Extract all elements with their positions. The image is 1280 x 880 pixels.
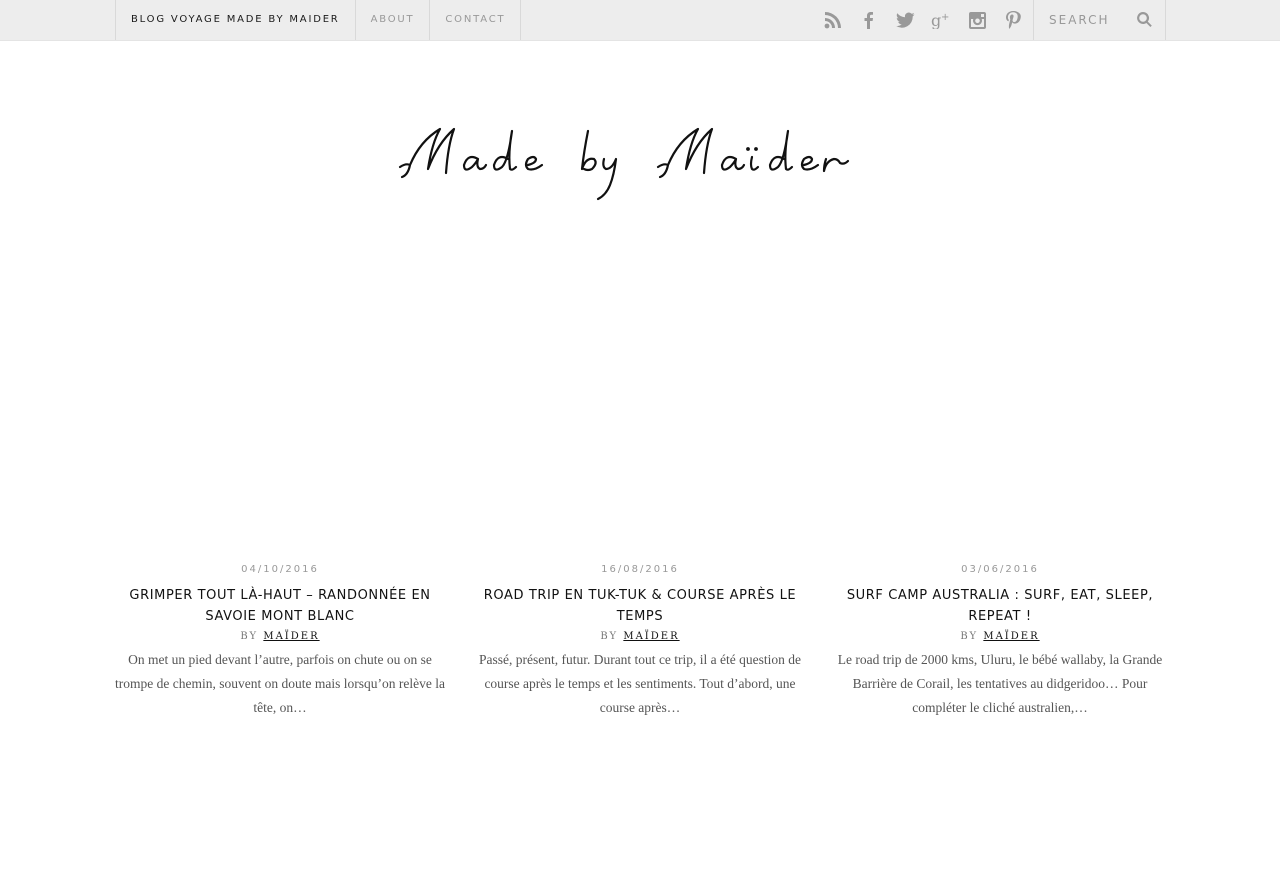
post-grid: 04/10/2016 GRIMPER TOUT LÀ-HAUT – RANDON… <box>115 562 1165 734</box>
rss-icon[interactable] <box>815 0 851 40</box>
post-byline: BY MAÏDER <box>835 631 1165 642</box>
post-date: 04/10/2016 <box>241 564 319 575</box>
instagram-icon[interactable] <box>959 0 995 40</box>
byline-by: BY <box>600 631 619 642</box>
nav-about-link[interactable]: ABOUT <box>354 0 430 40</box>
post-author-link[interactable]: MAÏDER <box>263 631 319 642</box>
post-title[interactable]: ROAD TRIP EN TUK-TUK & COURSE APRÈS LE T… <box>475 585 805 627</box>
post-excerpt: Le road trip de 2000 kms, Uluru, le bébé… <box>837 652 1163 715</box>
post-byline: BY MAÏDER <box>475 631 805 642</box>
search-input[interactable] <box>1034 0 1134 40</box>
main-nav: BLOG VOYAGE MADE BY MAIDER ABOUT CONTACT <box>115 0 522 40</box>
nav-contact-link[interactable]: CONTACT <box>429 0 522 40</box>
post-date: 16/08/2016 <box>601 564 679 575</box>
facebook-icon[interactable] <box>851 0 887 40</box>
post-date: 03/06/2016 <box>961 564 1039 575</box>
social-links: g + <box>815 0 1031 40</box>
post-excerpt: On met un pied devant l’autre, parfois o… <box>115 652 445 715</box>
post-card: 16/08/2016 ROAD TRIP EN TUK-TUK & COURSE… <box>475 562 805 734</box>
twitter-icon[interactable] <box>887 0 923 40</box>
post-card: 04/10/2016 GRIMPER TOUT LÀ-HAUT – RANDON… <box>115 562 445 734</box>
top-bar: BLOG VOYAGE MADE BY MAIDER ABOUT CONTACT… <box>0 0 1280 41</box>
post-author-link[interactable]: MAÏDER <box>983 631 1039 642</box>
search-icon[interactable] <box>1136 11 1153 32</box>
post-excerpt: Passé, présent, futur. Durant tout ce tr… <box>478 652 802 715</box>
post-card: 03/06/2016 SURF CAMP AUSTRALIA : SURF, E… <box>835 562 1165 734</box>
post-author-link[interactable]: MAÏDER <box>623 631 679 642</box>
google-plus-icon[interactable]: g + <box>923 0 959 40</box>
post-byline: BY MAÏDER <box>115 631 445 642</box>
site-logo[interactable] <box>390 115 890 205</box>
byline-by: BY <box>960 631 979 642</box>
byline-by: BY <box>240 631 259 642</box>
post-title[interactable]: GRIMPER TOUT LÀ-HAUT – RANDONNÉE EN SAVO… <box>115 585 445 627</box>
svg-text:g: g <box>931 11 941 29</box>
post-title[interactable]: SURF CAMP AUSTRALIA : SURF, EAT, SLEEP, … <box>835 585 1165 627</box>
svg-text:+: + <box>941 12 949 23</box>
pinterest-icon[interactable] <box>995 0 1031 40</box>
search-box <box>1033 0 1166 40</box>
nav-home-link[interactable]: BLOG VOYAGE MADE BY MAIDER <box>115 0 355 40</box>
